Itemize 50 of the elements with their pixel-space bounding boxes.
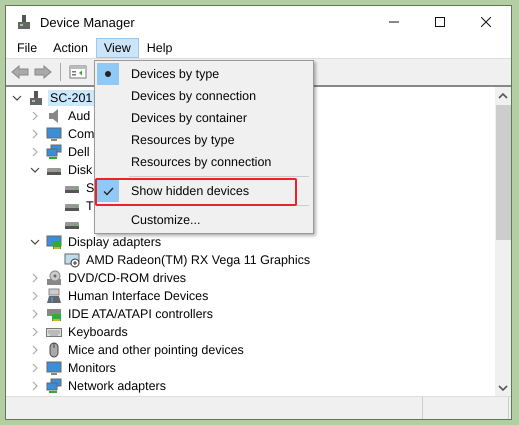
network-icon — [46, 378, 62, 394]
monitor-icon — [46, 360, 62, 376]
menu-item[interactable]: Devices by connection — [97, 85, 311, 107]
menu-item[interactable]: Show hidden devices — [97, 180, 311, 202]
scroll-down-icon[interactable] — [498, 384, 508, 392]
tree-item[interactable]: Dell — [66, 144, 92, 160]
tree-item[interactable]: Aud — [66, 108, 92, 124]
menu-item[interactable]: Resources by connection — [97, 151, 311, 173]
close-icon[interactable] — [481, 17, 491, 27]
tree-item[interactable]: IDE ATA/ATAPI controllers — [66, 306, 215, 322]
device-manager-icon — [16, 14, 32, 30]
menu-item[interactable]: Help — [138, 38, 180, 58]
tree-item[interactable]: SC-201 — [48, 90, 94, 106]
display-adapter-icon — [64, 252, 80, 268]
menu-item[interactable]: Devices by container — [97, 107, 311, 129]
menu-item[interactable]: Customize... — [97, 209, 311, 231]
controller-icon — [46, 306, 62, 322]
menu-item[interactable]: File — [9, 38, 46, 58]
disc-drive-icon — [46, 270, 62, 286]
tree-item[interactable]: Display adapters — [66, 234, 164, 250]
network-icon — [46, 144, 62, 160]
window-title: Device Manager — [40, 14, 135, 30]
chevron-icon[interactable] — [12, 93, 22, 103]
forward-arrow-icon[interactable] — [34, 65, 52, 79]
menu-item[interactable]: View — [96, 38, 139, 58]
tree-item[interactable]: AMD Radeon(TM) RX Vega 11 Graphics — [84, 252, 312, 268]
monitor-icon — [46, 126, 62, 142]
display-adapter-icon — [46, 234, 62, 250]
back-arrow-icon[interactable] — [11, 65, 29, 79]
tree-item[interactable]: T — [84, 198, 96, 214]
input-device-icon — [46, 288, 62, 304]
menu-item[interactable]: Resources by type — [97, 129, 311, 151]
tree-item[interactable]: Mice and other pointing devices — [66, 342, 246, 358]
maximize-icon[interactable] — [435, 17, 445, 27]
scroll-up-icon[interactable] — [498, 92, 508, 100]
tree-item[interactable]: Disk — [66, 162, 94, 178]
computer-icon — [28, 90, 44, 106]
tree-item[interactable]: Human Interface Devices — [66, 288, 210, 304]
tree-item[interactable]: Monitors — [66, 360, 118, 376]
tree-item[interactable]: S — [84, 180, 96, 196]
tree-item[interactable]: Network adapters — [66, 378, 168, 394]
scrollbar-thumb[interactable] — [496, 105, 510, 240]
tree-item[interactable]: Keyboards — [66, 324, 130, 340]
tree-item[interactable]: Com — [66, 126, 96, 142]
chevron-icon[interactable] — [30, 165, 40, 175]
properties-icon[interactable] — [69, 64, 87, 80]
scrollbar[interactable] — [495, 87, 511, 396]
chevron-icon[interactable] — [30, 237, 40, 247]
menu-item[interactable]: Action — [45, 38, 96, 58]
tree-item[interactable]: DVD/CD-ROM drives — [66, 270, 188, 286]
